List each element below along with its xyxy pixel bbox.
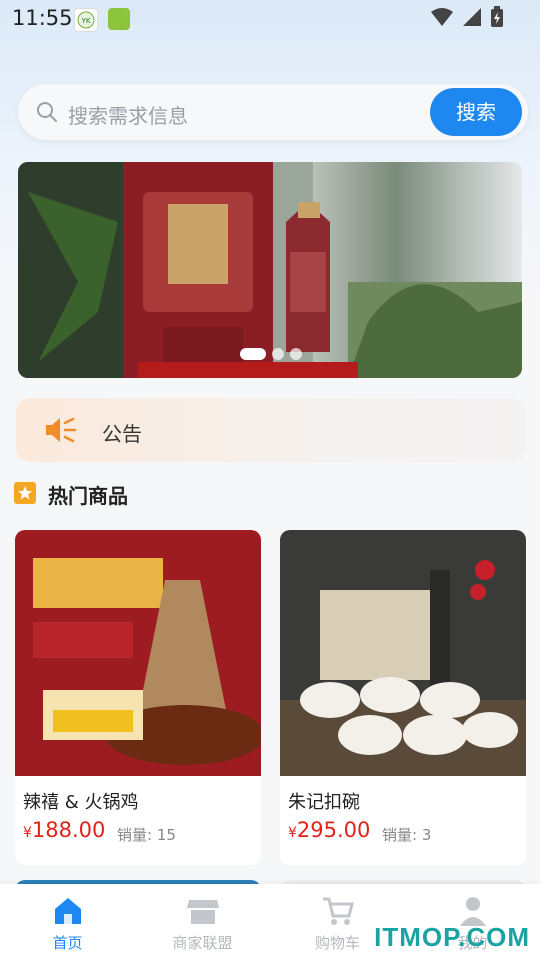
currency-symbol: ¥ (288, 825, 297, 841)
cart-icon (322, 897, 354, 925)
product-name: 辣禧 & 火锅鸡 (23, 792, 139, 813)
product-image (15, 530, 261, 776)
status-bar: 11:55 YK (0, 0, 540, 36)
product-price: ¥295.00 (288, 818, 370, 842)
store-icon (186, 900, 219, 924)
product-name: 朱记扣碗 (288, 792, 360, 813)
signal-icon (463, 8, 481, 26)
sales-label: 销量: (117, 826, 153, 844)
green-app-icon (108, 8, 130, 30)
tab-label: 商家联盟 (172, 934, 233, 952)
announcement-bar[interactable]: 公告 (16, 398, 526, 462)
wifi-icon (431, 8, 453, 26)
status-indicators (430, 6, 504, 28)
banner-dot[interactable] (290, 348, 302, 360)
price-value: 295.00 (296, 818, 371, 842)
announcement-label: 公告 (102, 422, 142, 446)
home-icon (54, 898, 81, 924)
price-value: 188.00 (31, 818, 106, 842)
currency-symbol: ¥ (23, 825, 32, 841)
sales-count: 3 (421, 826, 432, 844)
sales-count: 15 (156, 826, 176, 844)
banner-dot[interactable] (272, 348, 284, 360)
banner-image (18, 162, 522, 378)
section-title: 热门商品 (48, 484, 128, 508)
tab-merchant-alliance[interactable]: 商家联盟 (135, 884, 270, 960)
yk-app-icon: YK (74, 8, 98, 32)
product-card[interactable]: 朱记扣碗 ¥295.00 销量: 3 (280, 530, 526, 865)
banner-dot[interactable] (240, 348, 266, 360)
promo-banner[interactable] (18, 162, 522, 378)
speaker-icon (46, 417, 77, 443)
yk-app-label: YK (81, 17, 91, 25)
search-icon (37, 102, 57, 122)
product-price: ¥188.00 (23, 818, 105, 842)
watermark: ITMOP.COM (374, 922, 530, 952)
tab-label: 首页 (52, 934, 83, 952)
tab-home[interactable]: 首页 (0, 884, 135, 960)
product-sales: 销量: 15 (117, 824, 176, 845)
search-button[interactable]: 搜索 (430, 88, 522, 136)
star-badge-icon (14, 482, 36, 504)
sales-label: 销量: (382, 826, 418, 844)
status-time: 11:55 (12, 6, 73, 30)
product-sales: 销量: 3 (382, 824, 431, 845)
battery-icon (491, 6, 503, 27)
search-input[interactable]: 搜索需求信息 (68, 100, 188, 129)
search-bar[interactable]: 搜索需求信息 搜索 (18, 84, 528, 140)
product-image (280, 530, 526, 776)
banner-indicator (240, 348, 302, 360)
product-card[interactable]: 辣禧 & 火锅鸡 ¥188.00 销量: 15 (15, 530, 261, 865)
